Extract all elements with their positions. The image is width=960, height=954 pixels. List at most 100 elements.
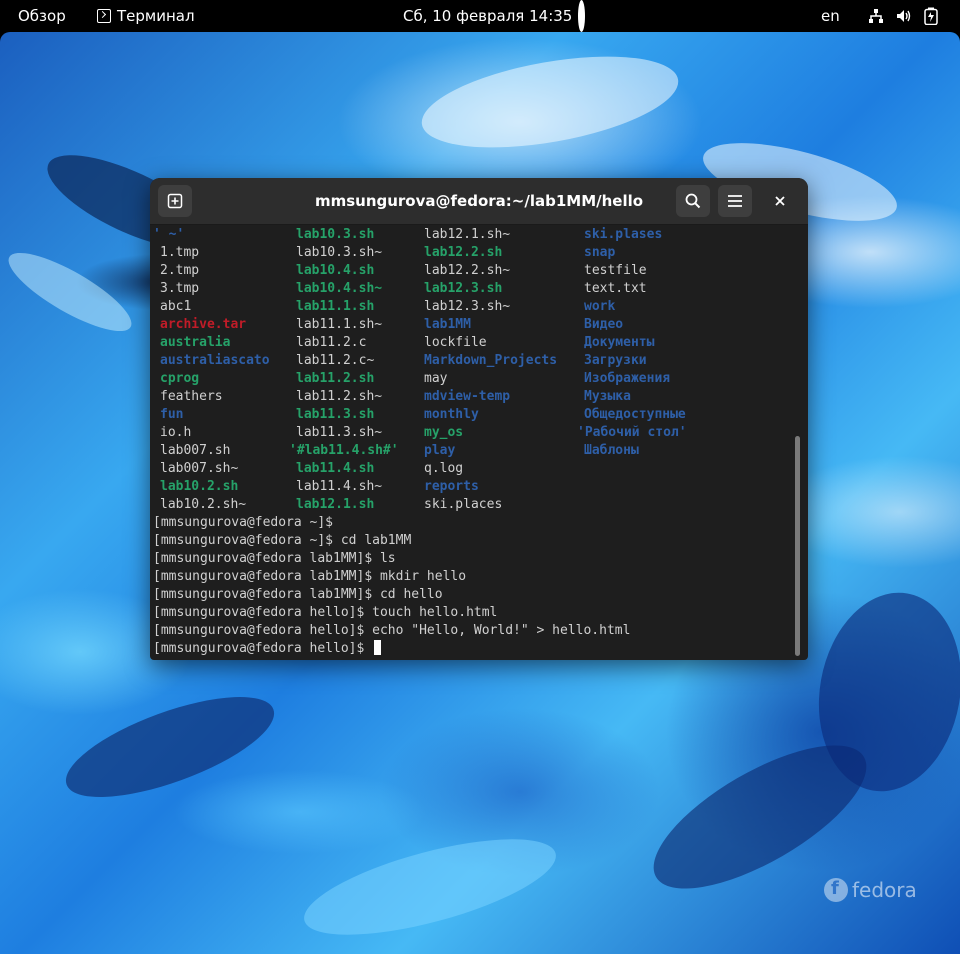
- fedora-logo: fedora: [824, 878, 917, 902]
- ls-entry: 2.tmp: [160, 263, 200, 278]
- ls-entry: lab12.3.sh~: [424, 299, 511, 314]
- ls-entry: Markdown_Projects: [424, 353, 558, 368]
- top-bar: Обзор Терминал Сб, 10 февраля 14:35 en: [0, 0, 960, 32]
- keyboard-layout-indicator[interactable]: en: [821, 0, 840, 32]
- ls-entry: my_os: [424, 425, 464, 440]
- ls-entry: fun: [160, 407, 184, 422]
- ls-entry: cprog: [160, 371, 200, 386]
- ls-entry: lab11.3.sh: [296, 407, 375, 422]
- ls-entry: work: [584, 299, 616, 314]
- ls-entry: snap: [584, 245, 616, 260]
- ls-entry: feathers: [160, 389, 223, 404]
- ls-entry: Загрузки: [584, 353, 647, 368]
- ls-entry: lab12.2.sh~: [424, 263, 511, 278]
- scrollbar[interactable]: [795, 436, 800, 656]
- app-menu-button[interactable]: Терминал: [97, 0, 195, 32]
- ls-entry: lab12.2.sh: [424, 245, 503, 260]
- ls-entry: lab1MM: [424, 317, 471, 332]
- ls-entry: Общедоступные: [584, 407, 686, 422]
- prompt-text: [mmsungurova@fedora hello]$: [153, 641, 373, 656]
- ls-entry: australiascato: [160, 353, 270, 368]
- terminal-window[interactable]: mmsungurova@fedora:~/lab1MM/hello ' ~'1: [150, 178, 808, 660]
- terminal-output[interactable]: ' ~' 1.tmp 2.tmp 3.tmp abc1 archive.tar austra…: [153, 226, 793, 658]
- ls-entry: lab12.3.sh: [424, 281, 503, 296]
- volume-icon: [897, 10, 911, 22]
- prompt-line: [mmsungurova@fedora lab1MM]$ cd hello: [153, 586, 443, 604]
- ls-entry: australia: [160, 335, 231, 350]
- prompt-line: [mmsungurova@fedora ~]$ cd lab1MM: [153, 532, 411, 550]
- ls-entry: lab11.2.c: [296, 335, 367, 350]
- new-tab-icon: [167, 193, 183, 209]
- text-cursor: [374, 640, 382, 655]
- ls-entry: ski.places: [424, 497, 503, 512]
- ls-entry: play: [424, 443, 456, 458]
- menu-button[interactable]: [718, 185, 752, 217]
- ls-entry: Шаблоны: [584, 443, 639, 458]
- ls-entry: monthly: [424, 407, 479, 422]
- new-tab-button[interactable]: [158, 185, 192, 217]
- hamburger-menu-icon: [728, 195, 742, 207]
- ls-entry: q.log: [424, 461, 464, 476]
- fedora-wordmark: fedora: [852, 878, 917, 902]
- ls-entry: lab10.2.sh: [160, 479, 239, 494]
- ls-entry: lab11.1.sh: [296, 299, 375, 314]
- ls-entry: io.h: [160, 425, 192, 440]
- clock[interactable]: Сб, 10 февраля 14:35: [403, 0, 572, 32]
- ls-entry: lab007.sh: [160, 443, 231, 458]
- ls-entry: lab11.2.sh~: [296, 389, 383, 404]
- prompt-line: [mmsungurova@fedora ~]$: [153, 514, 333, 532]
- ls-entry: Документы: [584, 335, 655, 350]
- notification-dot-icon: [578, 0, 585, 32]
- ls-entry: Видео: [584, 317, 624, 332]
- ls-entry: lab10.2.sh~: [160, 497, 247, 512]
- ls-entry: lab11.4.sh~: [296, 479, 383, 494]
- ls-entry: ' ~': [153, 227, 185, 242]
- ls-entry: lockfile: [424, 335, 487, 350]
- close-button[interactable]: [768, 189, 792, 213]
- activities-button[interactable]: Обзор: [18, 0, 66, 32]
- ls-entry: lab10.3.sh: [296, 227, 375, 242]
- prompt-text: [mmsungurova@fedora hello]$ echo "Hello,…: [153, 623, 631, 638]
- ls-entry: lab12.1.sh~: [424, 227, 511, 242]
- ls-entry: abc1: [160, 299, 192, 314]
- prompt-text: [mmsungurova@fedora lab1MM]$ mkdir hello: [153, 569, 467, 584]
- ls-entry: reports: [424, 479, 479, 494]
- prompt-line: [mmsungurova@fedora lab1MM]$ mkdir hello: [153, 568, 466, 586]
- prompt-text: [mmsungurova@fedora lab1MM]$ cd hello: [153, 587, 443, 602]
- ls-entry: testfile: [584, 263, 647, 278]
- close-icon: [775, 196, 785, 206]
- ls-entry: '#lab11.4.sh#': [289, 443, 399, 458]
- prompt-text: [mmsungurova@fedora ~]$ cd lab1MM: [153, 533, 412, 548]
- ls-entry: lab11.2.sh: [296, 371, 375, 386]
- prompt-line: [mmsungurova@fedora hello]$ echo "Hello,…: [153, 622, 630, 640]
- prompt-line: [mmsungurova@fedora hello]$: [153, 640, 382, 658]
- ls-entry: lab007.sh~: [160, 461, 239, 476]
- ls-output: ' ~' 1.tmp 2.tmp 3.tmp abc1 archive.tar austra…: [153, 226, 793, 514]
- prompt-text: [mmsungurova@fedora lab1MM]$ ls: [153, 551, 396, 566]
- prompt-line: [mmsungurova@fedora lab1MM]$ ls: [153, 550, 396, 568]
- ls-entry: lab11.2.c~: [296, 353, 375, 368]
- prompt-text: [mmsungurova@fedora hello]$ touch hello.…: [153, 605, 498, 620]
- ls-entry: 3.tmp: [160, 281, 200, 296]
- prompt-text: [mmsungurova@fedora ~]$: [153, 515, 334, 530]
- terminal-icon: [97, 9, 111, 23]
- app-name: Терминал: [117, 7, 195, 25]
- ls-entry: mdview-temp: [424, 389, 511, 404]
- ls-entry: archive.tar: [160, 317, 247, 332]
- ls-entry: lab11.3.sh~: [296, 425, 383, 440]
- ls-entry: 'Рабочий стол': [577, 425, 687, 440]
- ls-entry: Изображения: [584, 371, 671, 386]
- ls-entry: ski.plases: [584, 227, 663, 242]
- ls-entry: lab11.1.sh~: [296, 317, 383, 332]
- ls-entry: lab10.3.sh~: [296, 245, 383, 260]
- ls-entry: lab11.4.sh: [296, 461, 375, 476]
- system-menu-button[interactable]: [868, 0, 938, 32]
- ls-entry: Музыка: [584, 389, 631, 404]
- network-icon: [869, 9, 883, 23]
- search-button[interactable]: [676, 185, 710, 217]
- battery-icon: [924, 7, 938, 25]
- title-bar[interactable]: mmsungurova@fedora:~/lab1MM/hello: [150, 178, 808, 225]
- ls-entry: 1.tmp: [160, 245, 200, 260]
- fedora-icon: [824, 878, 848, 902]
- ls-entry: lab12.1.sh: [296, 497, 375, 512]
